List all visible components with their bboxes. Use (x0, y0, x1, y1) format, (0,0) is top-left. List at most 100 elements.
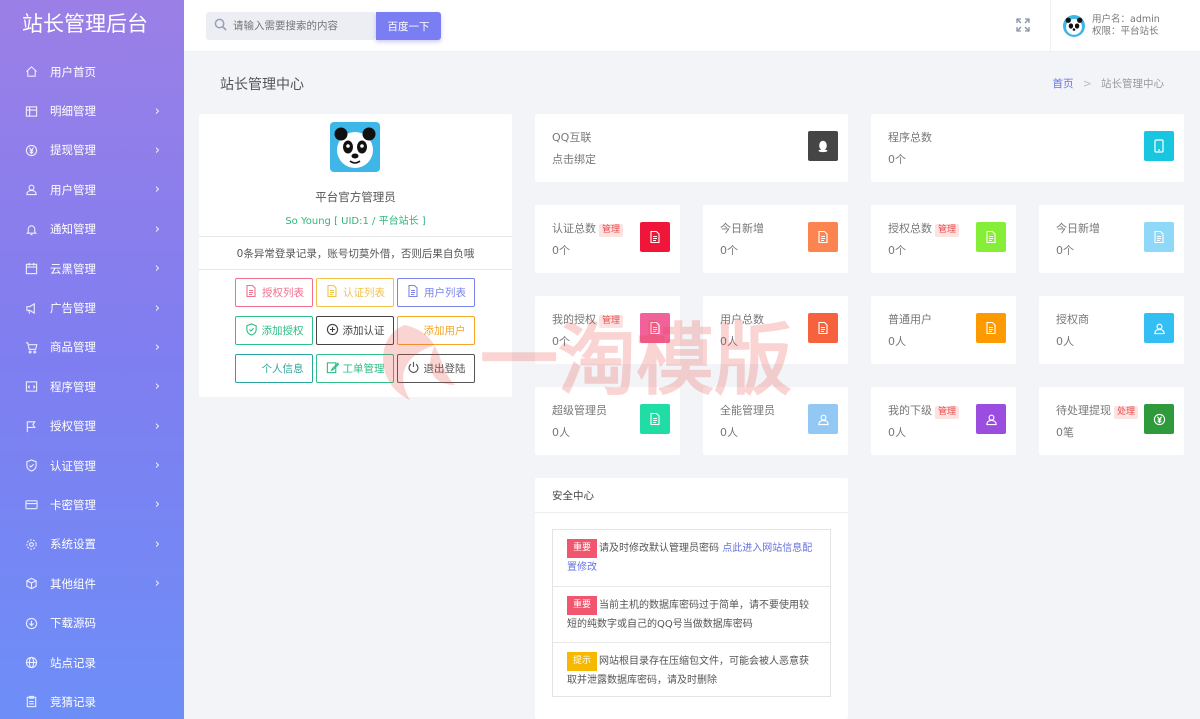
quick-action-button-8[interactable]: 退出登陆 (397, 354, 475, 383)
chevron-right-icon: › (154, 418, 160, 434)
stat-tag[interactable]: 管理 (599, 315, 624, 328)
user-icon (976, 404, 1006, 434)
sidebar-item-11[interactable]: 卡密管理 › (0, 485, 184, 524)
stat-card-9[interactable]: 授权商 0人 (1039, 296, 1184, 364)
sidebar-item-label: 卡密管理 (50, 497, 96, 512)
top-header: 百度一下 用户名：admin 权限：平台站长 (184, 0, 1200, 52)
stat-title: 我的下级 (888, 404, 932, 417)
sidebar-item-15[interactable]: 站点记录 (0, 643, 184, 682)
user-icon (1144, 313, 1174, 343)
shield-icon (24, 459, 38, 473)
chevron-right-icon: › (154, 379, 160, 395)
quick-action-button-0[interactable]: 授权列表 (235, 278, 313, 307)
sidebar-item-label: 下载源码 (50, 616, 96, 631)
security-text: 请及时修改默认管理员密码 (599, 543, 723, 554)
stat-tag[interactable]: 处理 (1114, 406, 1139, 419)
stat-value: 0个 (1056, 244, 1074, 257)
download-icon (24, 616, 38, 630)
sidebar-item-7[interactable]: 商品管理 › (0, 328, 184, 367)
quick-action-button-7[interactable]: 工单管理 (316, 354, 394, 383)
login-notice: 0条异常登录记录，账号切莫外借，否则后果自负哦 (236, 248, 475, 260)
profile-name: 平台官方管理员 (315, 190, 396, 204)
sidebar-item-5[interactable]: 云黑管理 › (0, 249, 184, 288)
app-logo[interactable]: 站长管理后台 (0, 0, 184, 52)
chevron-right-icon: › (154, 103, 160, 119)
document-icon (640, 313, 670, 343)
quick-action-label: 添加认证 (342, 325, 385, 337)
sidebar-item-0[interactable]: 用户首页 (0, 52, 184, 91)
chevron-right-icon: › (154, 182, 160, 198)
sidebar-item-label: 用户首页 (50, 64, 96, 79)
search-button[interactable]: 百度一下 (376, 12, 441, 40)
chevron-right-icon: › (154, 142, 160, 158)
stat-value: 0笔 (1056, 426, 1074, 439)
sidebar-item-label: 明细管理 (50, 104, 96, 119)
stat-card-7[interactable]: 用户总数 0人 (703, 296, 848, 364)
stat-value: 0个 (552, 244, 570, 257)
document-icon (244, 284, 258, 301)
sidebar-item-8[interactable]: 程序管理 › (0, 367, 184, 406)
stat-card-13[interactable]: 待处理提现 处理 0笔 (1039, 387, 1184, 455)
stat-card-12[interactable]: 我的下级 管理 0人 (871, 387, 1016, 455)
sidebar-item-10[interactable]: 认证管理 › (0, 446, 184, 485)
document-icon (808, 313, 838, 343)
stat-card-4[interactable]: 授权总数 管理 0个 (871, 205, 1016, 273)
search-box (206, 12, 376, 40)
username-label: 用户名：admin (1092, 14, 1160, 25)
search-icon (214, 18, 227, 34)
chevron-right-icon: › (154, 339, 160, 355)
stat-title: 授权商 (1056, 313, 1089, 326)
stat-card-11[interactable]: 全能管理员 0人 (703, 387, 848, 455)
quick-action-label: 添加授权 (261, 325, 304, 337)
stat-title: 用户总数 (720, 313, 764, 326)
security-badge: 提示 (567, 652, 598, 671)
quick-action-label: 授权列表 (262, 287, 304, 299)
quick-action-button-6[interactable]: 个人信息 (235, 354, 313, 383)
sidebar-item-2[interactable]: 提现管理 › (0, 131, 184, 170)
power-icon (407, 361, 420, 377)
quick-action-label: 工单管理 (342, 363, 385, 375)
user-menu[interactable]: 用户名：admin 权限：平台站长 (1050, 0, 1180, 52)
stat-card-3[interactable]: 今日新增 0个 (703, 205, 848, 273)
sidebar-item-13[interactable]: 其他组件 › (0, 564, 184, 603)
sidebar-item-6[interactable]: 广告管理 › (0, 288, 184, 327)
stat-value: 0人 (720, 335, 738, 348)
quick-action-button-2[interactable]: 用户列表 (397, 278, 475, 307)
quick-action-button-5[interactable]: 添加用户 (397, 316, 475, 345)
stat-card-6[interactable]: 我的授权 管理 0个 (535, 296, 680, 364)
document-icon (325, 284, 339, 301)
breadcrumb-home[interactable]: 首页 (1053, 78, 1074, 90)
user-icon (407, 323, 420, 339)
user-icon (808, 404, 838, 434)
stat-value: 0个 (888, 153, 906, 166)
stat-tag[interactable]: 管理 (935, 224, 960, 237)
search-input[interactable] (233, 20, 363, 32)
stat-card-8[interactable]: 普通用户 0人 (871, 296, 1016, 364)
sidebar-item-4[interactable]: 通知管理 › (0, 210, 184, 249)
stat-card-0[interactable]: QQ互联 点击绑定 (535, 114, 848, 182)
quick-action-button-3[interactable]: 添加授权 (235, 316, 313, 345)
stat-card-1[interactable]: 程序总数 0个 (871, 114, 1184, 182)
edit-icon (326, 361, 339, 377)
sidebar-item-12[interactable]: 系统设置 › (0, 525, 184, 564)
stat-tag[interactable]: 管理 (935, 406, 960, 419)
stat-value: 0人 (552, 426, 570, 439)
stat-tag[interactable]: 管理 (599, 224, 624, 237)
sidebar-item-label: 程序管理 (50, 379, 96, 394)
sidebar-item-9[interactable]: 授权管理 › (0, 407, 184, 446)
sidebar-item-16[interactable]: 竞猜记录 (0, 682, 184, 719)
quick-action-button-4[interactable]: 添加认证 (316, 316, 394, 345)
stat-card-2[interactable]: 认证总数 管理 0个 (535, 205, 680, 273)
sidebar-item-3[interactable]: 用户管理 › (0, 170, 184, 209)
user-icon (245, 361, 258, 377)
sidebar-item-14[interactable]: 下载源码 (0, 603, 184, 642)
sidebar-item-label: 站点记录 (50, 655, 96, 670)
fullscreen-icon[interactable] (1016, 18, 1030, 32)
stat-card-10[interactable]: 超级管理员 0人 (535, 387, 680, 455)
quick-action-button-1[interactable]: 认证列表 (316, 278, 394, 307)
stat-title: 授权总数 (888, 222, 932, 235)
quick-action-label: 个人信息 (261, 363, 304, 375)
stat-card-5[interactable]: 今日新增 0个 (1039, 205, 1184, 273)
sidebar-item-1[interactable]: 明细管理 › (0, 91, 184, 130)
stat-title: 全能管理员 (720, 404, 775, 417)
